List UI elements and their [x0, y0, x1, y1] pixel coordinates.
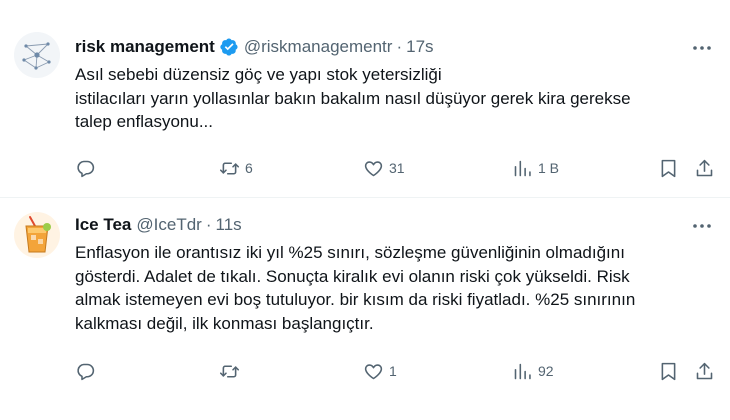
separator-dot: · — [396, 37, 403, 56]
retweet-button[interactable] — [219, 359, 245, 383]
tweet-header: Ice Tea @IceTdr · 11s — [75, 214, 242, 236]
tweet-text-line: Asıl sebebi düzensiz göç ve yapı stok ye… — [75, 65, 442, 84]
retweet-count: 6 — [245, 160, 253, 176]
user-handle[interactable]: @riskmanagementr — [244, 36, 393, 58]
tweet-text: Asıl sebebi düzensiz göç ve yapı stok ye… — [75, 63, 715, 134]
like-button[interactable]: 31 — [363, 156, 405, 180]
reply-button[interactable] — [75, 359, 101, 383]
share-icon — [696, 362, 713, 379]
more-dots-icon — [693, 224, 711, 228]
more-dots-icon — [693, 46, 711, 50]
tweet-actions: 1 92 — [75, 359, 715, 383]
views-chart-icon — [514, 363, 531, 379]
heart-icon — [364, 160, 383, 176]
like-count: 1 — [389, 363, 397, 379]
view-count: 92 — [538, 363, 554, 379]
display-name[interactable]: risk management — [75, 36, 215, 58]
tweet[interactable]: risk management @riskmanagementr · 17s A… — [0, 0, 730, 198]
tweet[interactable]: Ice Tea @IceTdr · 11s Enflasyon ile oran… — [0, 199, 730, 420]
views-button[interactable]: 1 B — [512, 156, 559, 180]
verified-badge-icon — [220, 38, 238, 56]
iced-tea-glass-icon — [14, 212, 60, 258]
reply-icon — [77, 160, 95, 177]
bookmark-button[interactable] — [658, 156, 679, 180]
more-options-button[interactable] — [690, 216, 714, 236]
retweet-button[interactable]: 6 — [219, 156, 253, 180]
tweet-text-line: Enflasyon ile orantısız iki yıl %25 sını… — [75, 243, 625, 262]
share-button[interactable] — [694, 156, 715, 180]
like-count: 31 — [389, 160, 405, 176]
avatar[interactable] — [14, 32, 60, 78]
views-button[interactable]: 92 — [512, 359, 554, 383]
reply-icon — [77, 363, 95, 380]
tweet-text-line: almak istemeyen evi boş tutuluyor. bir k… — [75, 290, 636, 309]
bookmark-icon — [661, 159, 676, 177]
heart-icon — [364, 363, 383, 379]
bookmark-icon — [661, 362, 676, 380]
tweet-actions: 6 31 1 B — [75, 156, 715, 180]
bookmark-button[interactable] — [658, 359, 679, 383]
views-chart-icon — [514, 160, 531, 176]
like-button[interactable]: 1 — [363, 359, 397, 383]
timestamp[interactable]: 11s — [216, 214, 242, 236]
network-logo-icon — [14, 32, 60, 78]
user-handle[interactable]: @IceTdr — [136, 214, 201, 236]
separator-dot: · — [205, 215, 212, 234]
tweet-text-line: talep enflasyonu... — [75, 112, 213, 131]
retweet-icon — [219, 161, 240, 175]
reply-button[interactable] — [75, 156, 101, 180]
share-button[interactable] — [694, 359, 715, 383]
tweet-text-line: istilacıları yarın yollasınlar bakın bak… — [75, 88, 631, 108]
tweet-text-line: gösterdi. Adalet de tıkalı. Sonuçta kira… — [75, 266, 630, 286]
avatar[interactable] — [14, 212, 60, 258]
tweet-text: Enflasyon ile orantısız iki yıl %25 sını… — [75, 241, 715, 335]
timestamp[interactable]: 17s — [406, 36, 433, 58]
view-count: 1 B — [538, 160, 560, 176]
tweet-text-line: kalkması değil, ilk konması başlangıçtır… — [75, 313, 374, 333]
display-name[interactable]: Ice Tea — [75, 214, 131, 236]
tweet-header: risk management @riskmanagementr · 17s — [75, 36, 434, 58]
share-icon — [696, 159, 713, 176]
more-options-button[interactable] — [690, 38, 714, 58]
retweet-icon — [219, 364, 240, 378]
